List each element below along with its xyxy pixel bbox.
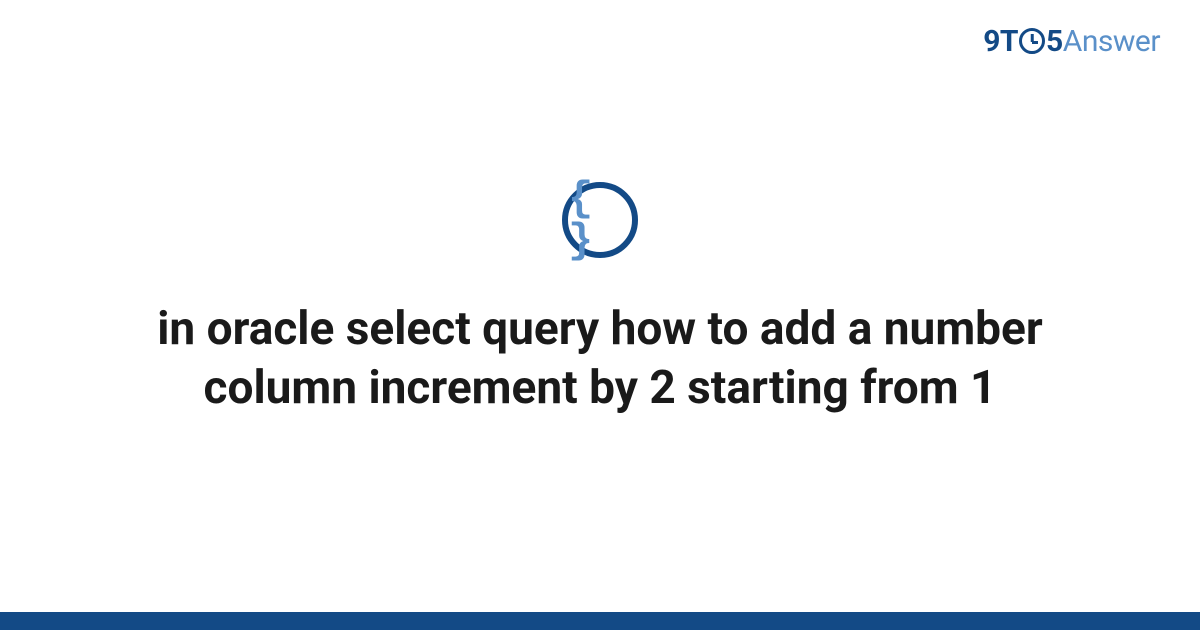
- main-content: { } in oracle select query how to add a …: [0, 0, 1200, 630]
- page-title: in oracle select query how to add a numb…: [100, 300, 1100, 418]
- category-icon-container: { }: [562, 182, 638, 258]
- code-braces-icon: { }: [568, 178, 632, 262]
- bottom-accent-bar: [0, 612, 1200, 630]
